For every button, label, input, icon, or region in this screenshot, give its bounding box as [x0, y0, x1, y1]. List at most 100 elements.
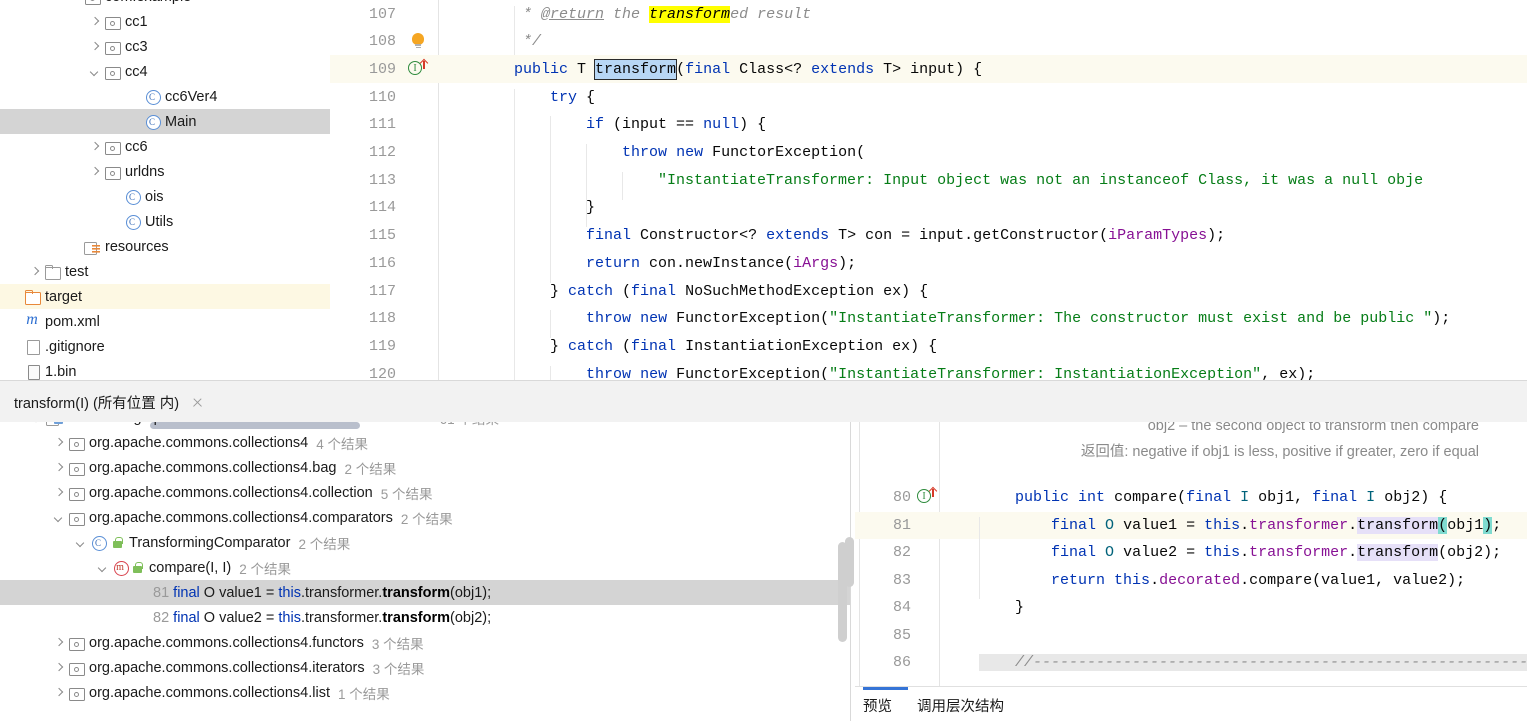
chevron-right-icon[interactable] — [52, 461, 65, 474]
code-token: ); — [1207, 227, 1226, 245]
result-code-row[interactable]: 81 final O value1 = this.transformer.tra… — [0, 580, 850, 605]
chevron-down-icon[interactable] — [74, 536, 87, 549]
tree-item-test[interactable]: test — [0, 259, 330, 284]
code-line[interactable]: 109 I public T transform(final Class<? ex… — [330, 55, 1527, 84]
code-line[interactable]: 111 if (input == null) { — [330, 111, 1527, 145]
tab-call-hierarchy[interactable]: 调用层次结构 — [917, 689, 1004, 721]
chevron-down-icon[interactable] — [30, 422, 43, 424]
code-line[interactable]: 118 throw new FunctorException("Instanti… — [330, 305, 1527, 339]
code-line[interactable]: 119 } catch (final InstantiationExceptio… — [330, 332, 1527, 366]
preview-code-line[interactable]: 81 final O value1 = this.transformer.tra… — [855, 511, 1527, 545]
code-line[interactable]: 115 final Constructor<? extends T> con =… — [330, 222, 1527, 256]
tree-item-resources[interactable]: resources — [0, 234, 330, 259]
chevron-right-icon[interactable] — [52, 661, 65, 674]
result-node-transformingcomparator[interactable]: TransformingComparator 2 个结果 — [0, 530, 850, 555]
chevron-right-icon[interactable] — [88, 40, 101, 53]
panel-splitter-handle[interactable] — [845, 537, 854, 587]
chevron-right-icon[interactable] — [28, 265, 41, 278]
tree-item-1-bin[interactable]: 1.bin — [0, 359, 330, 380]
preview-code-line[interactable]: 85 — [855, 622, 1527, 650]
code-line[interactable]: 113 "InstantiateTransformer: Input objec… — [330, 166, 1527, 200]
find-tab[interactable]: transform(I) (所有位置 内) — [14, 381, 205, 423]
tree-item-label: cc3 — [125, 38, 148, 55]
tree-item-target[interactable]: target — [0, 284, 330, 309]
project-tool-window[interactable]: com.example cc1 cc3 cc4 cc6Ver4 Main cc6 urldns… — [0, 0, 330, 380]
chevron-right-icon[interactable] — [52, 686, 65, 699]
code-line[interactable]: 110 try { — [330, 83, 1527, 117]
tree-item-label: cc1 — [125, 13, 148, 30]
chevron-down-icon[interactable] — [96, 561, 109, 574]
tree-item-urldns[interactable]: urldns — [0, 159, 330, 184]
result-node-org-apache-commons-collections4-functors[interactable]: org.apache.commons.collections4.functors… — [0, 630, 850, 655]
code-token: ( — [1438, 516, 1448, 534]
chevron-right-icon[interactable] — [88, 15, 101, 28]
result-node-maven--org-apache-commons-commons-collections4-4-0[interactable]: Maven: org.apache.commons:commons-collec… — [0, 422, 850, 430]
code-token: "InstantiateTransformer: The constructor… — [829, 310, 1433, 328]
code-line[interactable]: 107 * @return the transformed result — [330, 0, 1527, 34]
code-line[interactable]: 114 } — [330, 194, 1527, 228]
find-usages-results-tree[interactable]: Maven: org.apache.commons:commons-collec… — [0, 422, 850, 721]
result-node-org-apache-commons-collections4[interactable]: org.apache.commons.collections4 4 个结果 — [0, 430, 850, 455]
code-token: catch — [568, 282, 614, 300]
preview-code-line[interactable]: 86 //-----------------------------------… — [855, 649, 1527, 677]
preview-code-line[interactable]: 83 return this.decorated.compare(value1,… — [855, 567, 1527, 600]
chevron-right-icon[interactable] — [88, 165, 101, 178]
preview-code-line[interactable]: 80 I public int compare(final I obj1, fin… — [855, 484, 1527, 512]
implements-marker-icon[interactable]: I — [402, 55, 438, 83]
tree-item-cc6ver4[interactable]: cc6Ver4 — [0, 84, 330, 109]
preview-code-text: } — [943, 599, 1527, 616]
code-token: this — [1204, 544, 1241, 562]
result-count-badge: 3 个结果 — [371, 636, 424, 652]
tree-item-cc3[interactable]: cc3 — [0, 34, 330, 59]
result-node-org-apache-commons-collections4-list[interactable]: org.apache.commons.collections4.list 1 个结… — [0, 680, 850, 705]
tree-item-main[interactable]: Main — [0, 109, 330, 134]
preview-line-number: 82 — [892, 544, 911, 562]
tree-item-cc1[interactable]: cc1 — [0, 9, 330, 34]
close-icon[interactable] — [189, 394, 205, 410]
tree-item-label: cc6Ver4 — [165, 88, 218, 105]
result-code-row[interactable]: 82 final O value2 = this.transformer.tra… — [0, 605, 850, 630]
code-token: .compare(value1, value2); — [1240, 571, 1466, 589]
chevron-right-icon[interactable] — [88, 140, 101, 153]
result-node-org-apache-commons-collections4-comparators[interactable]: org.apache.commons.collections4.comparat… — [0, 505, 850, 530]
tree-item--gitignore[interactable]: .gitignore — [0, 334, 330, 359]
result-node-compare-i--i-[interactable]: compare(I, I) 2 个结果 — [0, 555, 850, 580]
find-tab-label: transform(I) (所有位置 内) — [14, 395, 180, 412]
result-node-org-apache-commons-collections4-collection[interactable]: org.apache.commons.collections4.collecti… — [0, 480, 850, 505]
preview-gutter-marker-empty — [915, 512, 943, 540]
chevron-down-icon[interactable] — [88, 65, 101, 78]
preview-code-line[interactable]: 84 } — [855, 594, 1527, 622]
chevron-right-icon[interactable] — [52, 436, 65, 449]
bulb-icon[interactable] — [402, 28, 438, 56]
chevron-right-icon[interactable] — [52, 636, 65, 649]
chevron-right-icon[interactable] — [52, 486, 65, 499]
preview-panel[interactable]: obj2 – the second object to transform th… — [855, 422, 1527, 721]
tree-item-cc4[interactable]: cc4 — [0, 59, 330, 84]
code-editor[interactable]: 107 * @return the transformed result 108 … — [330, 0, 1527, 380]
tree-item-pom-xml[interactable]: pom.xml — [0, 309, 330, 334]
code-line[interactable]: 117 } catch (final NoSuchMethodException… — [330, 277, 1527, 311]
code-line[interactable]: 120 throw new FunctorException("Instanti… — [330, 360, 1527, 380]
code-token: FunctorException( — [703, 144, 866, 161]
code-token: final — [1186, 489, 1232, 507]
chevron-down-icon[interactable] — [52, 511, 65, 524]
tree-item-utils[interactable]: Utils — [0, 209, 330, 234]
preview-code-line[interactable]: 82 final O value2 = this.transformer.tra… — [855, 539, 1527, 572]
tree-item-cc6[interactable]: cc6 — [0, 134, 330, 159]
result-node-org-apache-commons-collections4-iterators[interactable]: org.apache.commons.collections4.iterator… — [0, 655, 850, 680]
code-token: . — [1348, 516, 1358, 534]
code-line[interactable]: 116 return con.newInstance(iArgs); — [330, 249, 1527, 283]
result-node-org-apache-commons-collections4-bag[interactable]: org.apache.commons.collections4.bag 2 个结果 — [0, 455, 850, 480]
implements-marker-icon[interactable]: I — [915, 484, 943, 512]
code-line[interactable]: 108 */ — [330, 28, 1527, 62]
code-token: } — [478, 282, 569, 300]
tree-item-com-example[interactable]: com.example — [0, 0, 330, 9]
tab-preview[interactable]: 预览 — [863, 689, 892, 721]
preview-code-text: final O value1 = this.transformer.transf… — [943, 516, 1527, 545]
code-line[interactable]: 112 throw new FunctorException( — [330, 139, 1527, 172]
tree-item-ois[interactable]: ois — [0, 184, 330, 209]
result-node-label: org.apache.commons.collections4 — [89, 434, 309, 451]
